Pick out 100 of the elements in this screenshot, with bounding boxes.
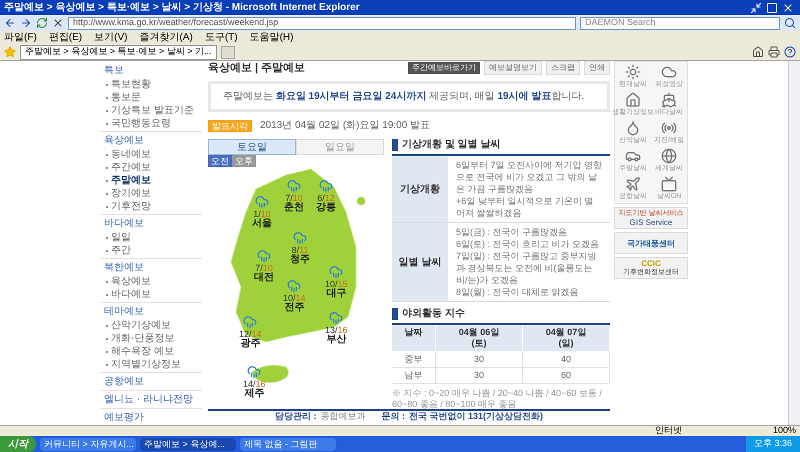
column-header: 04월 06일 (토) [436, 325, 523, 352]
banner-link[interactable]: 국가태풍센터 [614, 232, 688, 254]
rain-cloud-icon [319, 179, 333, 193]
taskbar-button[interactable]: 제목 없음 - 그림판 [240, 438, 336, 450]
high-temperature: 12 [324, 193, 335, 203]
window-title: 주말예보 > 육상예보 > 특보·예보 > 날씨 > 기상청 - Microsoft Internet Explorer [4, 1, 361, 15]
radio-icon [661, 120, 677, 136]
sidebar-item[interactable]: 장기예보 [111, 187, 151, 200]
menu-item[interactable]: 편집(E) [48, 32, 82, 42]
city-name: 대전 [254, 273, 274, 283]
toolbar-button[interactable]: 주간예보바로가기 [408, 62, 480, 74]
browser-tab[interactable]: 주말예보 > 육상예보 > 특보·예보 > 날씨 > 기... [20, 44, 217, 60]
plane-icon [625, 176, 641, 192]
minimize-icon[interactable] [750, 2, 762, 14]
sidebar-item[interactable]: 개화·단풍정보 [111, 332, 174, 345]
sidebar-item[interactable]: 특보현황 [111, 78, 151, 91]
ship-icon [661, 92, 677, 108]
sidebar-heading[interactable]: 공항예보 [100, 374, 202, 389]
rain-cloud-icon [293, 231, 307, 245]
sidebar-item[interactable]: 기후전망 [111, 200, 151, 213]
maximize-icon[interactable] [766, 2, 778, 14]
city-name: 대구 [326, 289, 346, 299]
index-note: ※ 지수 : 0~20 매우 나쁨 / 20~40 나쁨 / 40~60 보통 / 60~80 좋음 / 80~100 매우 좋음 [392, 388, 603, 410]
sidebar-heading[interactable]: 바다예보 [100, 216, 202, 231]
rain-cloud-icon [243, 315, 258, 329]
city-name: 제주 [244, 389, 264, 399]
toolbar-button[interactable]: 스크랩 [546, 61, 580, 75]
temperature-separator: / [296, 245, 300, 255]
sidebar-heading[interactable]: 엘니뇨 · 라니냐전망 [100, 392, 202, 407]
sidebar-item[interactable]: 지역별기상정보 [111, 358, 181, 371]
high-temperature: 10 [260, 209, 271, 219]
menu-item[interactable]: 도구(T) [204, 32, 238, 42]
sidebar-item[interactable]: 해수욕장 예보 [111, 345, 174, 358]
sidebar-heading[interactable]: 테마예보 [100, 304, 202, 319]
page-heading: 육상예보 | 주말예보 [208, 60, 306, 76]
sidebar-item[interactable]: 동네예보 [111, 148, 151, 161]
drop-icon [625, 120, 641, 136]
sidebar-item[interactable]: 일일 [111, 231, 131, 244]
taskbar-button[interactable]: 주말예보 > 육상예... [140, 438, 236, 450]
menu-item[interactable]: 보기(V) [94, 32, 128, 42]
toolbar-button[interactable]: 예보설명보기 [484, 61, 542, 75]
menu-item[interactable]: 파일(F) [4, 32, 37, 42]
column-header: 04월 07일 (일) [523, 325, 610, 352]
sidebar-heading[interactable]: 육상예보 [100, 133, 202, 148]
menu-item[interactable]: 즐겨찾기(A) [139, 32, 193, 42]
low-temperature: 14 [243, 379, 254, 389]
contact-value: 전국 국번없이 131(기상상담전화) [408, 410, 543, 424]
manager-label: 담당관리 : [274, 410, 316, 424]
back-icon[interactable] [4, 17, 16, 29]
house-icon [625, 92, 641, 108]
temperature-separator: / [322, 193, 325, 203]
sidebar-heading[interactable]: 특보 [100, 63, 202, 78]
sidebar-item[interactable]: 국민행동요령 [111, 117, 171, 130]
temperature-separator: / [335, 325, 338, 335]
sidebar-item[interactable]: 통보문 [111, 91, 141, 104]
half-day-tab[interactable]: 오전 [208, 155, 232, 167]
sun-icon [625, 64, 641, 80]
issued-time: 2013년 04월 02일 (화)요일 19:00 발표 [260, 119, 430, 133]
search-field[interactable]: DAEMON Search [580, 16, 780, 30]
sidebar-item[interactable]: 바다예보 [111, 288, 151, 301]
temperature-separator: / [293, 293, 296, 303]
toolbar-button[interactable]: 인쇄 [584, 61, 610, 75]
forward-icon[interactable] [20, 17, 32, 29]
city-name: 서울 [252, 219, 272, 229]
address-field[interactable]: http://www.kma.go.kr/weather/forecast/weekend.jsp [68, 16, 576, 30]
low-temperature: 6 [317, 193, 322, 203]
sidebar-item[interactable]: 육상예보 [111, 275, 151, 288]
forecast-text: 6일(토) : 전국이 흐리고 비가 오겠음 [456, 238, 600, 250]
refresh-icon[interactable] [36, 17, 48, 29]
day-tab[interactable]: 토요일 [208, 139, 296, 155]
sidebar-item[interactable]: 주말예보 [111, 174, 151, 187]
sidebar-item[interactable]: 주간 [111, 244, 131, 257]
low-temperature: 7 [285, 193, 290, 203]
favorites-star-icon[interactable] [4, 46, 16, 58]
stop-icon[interactable] [52, 17, 64, 29]
row-header: 일별 날씨 [392, 223, 448, 301]
start-button[interactable]: 시작 [0, 436, 36, 452]
sidebar-item[interactable]: 산악기상예보 [111, 319, 171, 332]
taskbar-button[interactable]: 커뮤니티 > 자유게시... [40, 438, 136, 450]
rain-cloud-icon [329, 265, 344, 279]
city-name: 춘천 [284, 203, 304, 213]
home-icon[interactable] [752, 46, 764, 58]
help-icon[interactable] [784, 46, 796, 58]
scrollbar[interactable] [788, 61, 800, 425]
rain-cloud-icon [329, 311, 344, 325]
high-temperature: 10 [262, 263, 273, 273]
zoom-level[interactable]: 100% [772, 424, 796, 438]
manager-value: 종합예보과 [320, 410, 366, 424]
sidebar-item[interactable]: 주간예보 [111, 161, 151, 174]
low-temperature: 7 [255, 263, 260, 273]
low-temperature: 13 [325, 325, 336, 335]
sidebar-heading[interactable]: 북한예보 [100, 260, 202, 275]
search-icon[interactable] [784, 17, 796, 29]
sidebar-item[interactable]: 기상특보 발표기준 [111, 104, 194, 117]
close-icon[interactable] [782, 2, 794, 14]
menu-item[interactable]: 도움말(H) [250, 32, 294, 42]
print-icon[interactable] [768, 46, 780, 58]
row-header: 기상개황 [392, 156, 448, 222]
sidebar-heading[interactable]: 예보평가 [100, 410, 202, 425]
city-name: 부산 [326, 335, 346, 345]
